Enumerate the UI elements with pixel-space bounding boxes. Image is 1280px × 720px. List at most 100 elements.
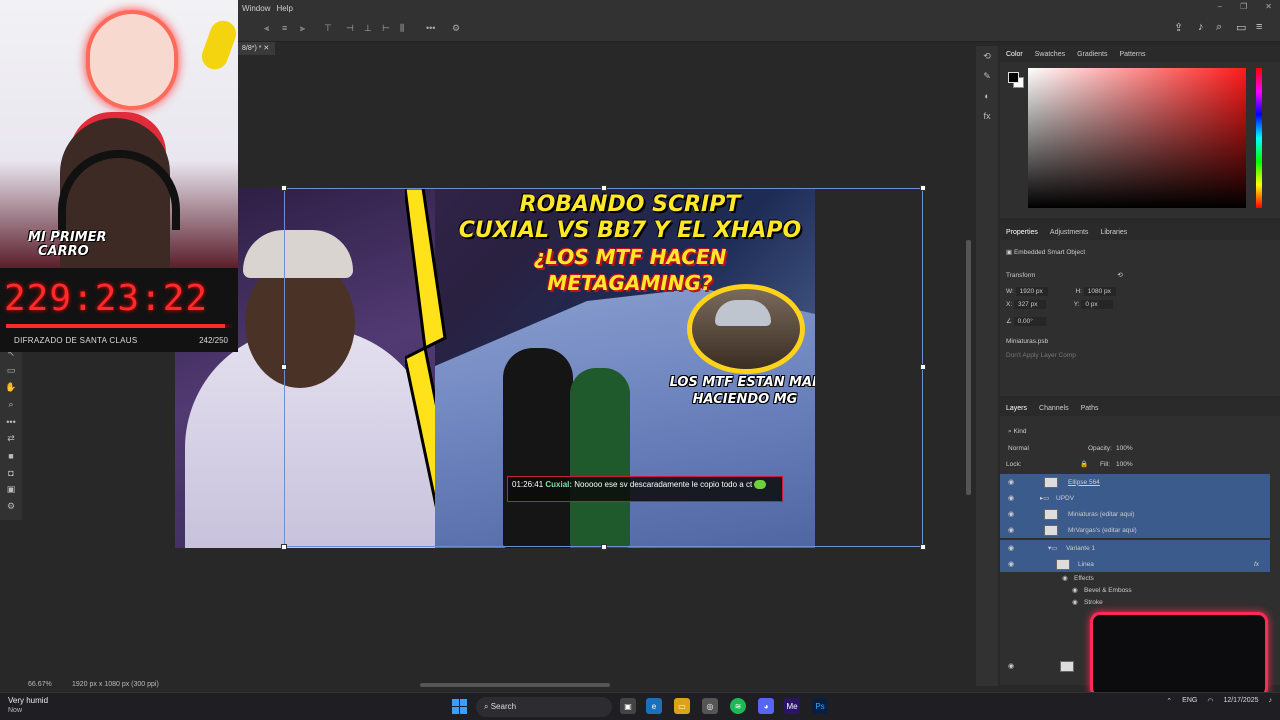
hue-slider[interactable] (1256, 68, 1262, 208)
tab-properties[interactable]: Properties (1006, 229, 1038, 236)
weather-widget[interactable]: Very humid Now (8, 696, 48, 716)
transform-handle-br[interactable] (920, 544, 926, 550)
tab-swatches[interactable]: Swatches (1035, 51, 1065, 58)
more-options-icon[interactable]: ••• (426, 23, 436, 33)
x-field[interactable]: 327 px (1013, 300, 1046, 309)
layer-row[interactable]: ◉ ▸▭ UPDV (1000, 490, 1270, 506)
tab-libraries[interactable]: Libraries (1100, 229, 1127, 236)
transform-handle-ml[interactable] (281, 364, 287, 370)
align-middle-icon[interactable]: ⊣ (346, 23, 356, 33)
search-icon[interactable]: ⌕ (1216, 21, 1222, 34)
more-tools-icon[interactable]: ••• (0, 413, 22, 430)
edit-toolbar-icon[interactable]: ⚙ (0, 498, 22, 515)
transform-handle-tc[interactable] (601, 185, 607, 191)
bell-icon[interactable]: ♪ (1198, 21, 1204, 33)
layer-row[interactable]: ◉ Miniaturas (editar aqui) (1000, 506, 1270, 522)
visibility-icon[interactable]: ◉ (1006, 478, 1016, 486)
angle-field[interactable]: 0.00° (1013, 317, 1046, 326)
y-field[interactable]: 0 px (1081, 300, 1114, 309)
align-vmiddle-icon[interactable]: ⊥ (364, 23, 374, 33)
document-tab[interactable]: 8/8*) * ✕ (236, 42, 276, 55)
tray-chevron-icon[interactable]: ⌃ (1166, 697, 1172, 705)
edge-icon[interactable]: e (646, 698, 662, 714)
layer-row[interactable]: ◉ MrVargas's (editar aqui) (1000, 522, 1270, 538)
height-field[interactable]: 1080 px (1083, 287, 1116, 296)
visibility-icon[interactable]: ◉ (1006, 526, 1016, 534)
vertical-scrollbar[interactable] (966, 240, 971, 495)
tab-layers[interactable]: Layers (1006, 405, 1027, 412)
transform-handle-bc[interactable] (601, 544, 607, 550)
media-encoder-icon[interactable]: Me (784, 698, 800, 714)
workspace-icon[interactable]: ▭ (1236, 21, 1246, 34)
chrome-icon[interactable]: ◎ (702, 698, 718, 714)
fg-bg-color-icon[interactable]: ■ (0, 447, 22, 464)
layer-row[interactable]: ◉ Ellipse 564 (1000, 474, 1270, 490)
transform-handle-bl[interactable] (281, 544, 287, 550)
adjustments-icon[interactable]: ◐ (976, 86, 998, 106)
foreground-color-swatch[interactable] (1008, 72, 1019, 83)
photoshop-icon[interactable]: Ps (812, 698, 828, 714)
transform-handle-mr[interactable] (920, 364, 926, 370)
menu-help[interactable]: Help (276, 4, 292, 13)
minimize-icon[interactable]: – (1218, 2, 1222, 11)
selection-bounds[interactable] (284, 188, 923, 547)
tab-paths[interactable]: Paths (1081, 405, 1099, 412)
align-center-icon[interactable]: ≡ (282, 23, 292, 33)
hand-tool-icon[interactable]: ✋ (0, 379, 22, 396)
visibility-icon[interactable]: ◉ (1006, 560, 1016, 568)
wifi-icon[interactable]: ◠ (1207, 697, 1213, 705)
fill-field[interactable]: 100% (1116, 461, 1133, 468)
clock[interactable]: 12/17/2025 (1223, 695, 1258, 706)
swap-colors-icon[interactable]: ⇄ (0, 430, 22, 447)
effect-visibility-icon[interactable]: ◉ (1072, 586, 1078, 594)
transform-handle-tl[interactable] (281, 185, 287, 191)
blend-mode-select[interactable]: Normal (1008, 445, 1029, 452)
effect-visibility-icon[interactable]: ◉ (1072, 598, 1078, 606)
transform-handle-tr[interactable] (920, 185, 926, 191)
effect-row[interactable]: ◉ Stroke (1000, 594, 1270, 610)
frame-tool-icon[interactable]: ▭ (0, 362, 22, 379)
tab-gradients[interactable]: Gradients (1077, 51, 1107, 58)
zoom-level[interactable]: 66.67% (28, 681, 52, 688)
fx-icon[interactable]: fx (976, 106, 998, 126)
taskbar-search[interactable]: ⌕ Search (476, 697, 612, 717)
tab-patterns[interactable]: Patterns (1119, 51, 1145, 58)
comments-icon[interactable]: ✎ (976, 66, 998, 86)
menu-icon[interactable]: ≡ (1256, 21, 1262, 33)
align-top-icon[interactable]: ⊤ (324, 23, 334, 33)
filter-kind-select[interactable]: ⌕ Kind (1008, 428, 1026, 436)
visibility-icon[interactable]: ◉ (1006, 544, 1016, 552)
color-picker-field[interactable] (1028, 68, 1246, 208)
tab-color[interactable]: Color (1006, 51, 1023, 58)
horizontal-scrollbar[interactable] (420, 683, 610, 687)
visibility-icon[interactable]: ◉ (1006, 494, 1016, 502)
visibility-icon[interactable]: ◉ (1006, 662, 1016, 670)
reset-transform-icon[interactable]: ⟲ (1117, 272, 1122, 279)
visibility-icon[interactable]: ◉ (1006, 510, 1016, 518)
layer-row[interactable]: ◉ ▾▭ Variante 1 (1000, 540, 1270, 556)
history-icon[interactable]: ⟲ (976, 46, 998, 66)
layer-comp-select[interactable]: Don't Apply Layer Comp (1006, 352, 1076, 359)
align-bottom-icon[interactable]: ⊢ (382, 23, 392, 33)
tab-channels[interactable]: Channels (1039, 405, 1069, 412)
close-tab-icon[interactable]: ✕ (263, 45, 269, 52)
notifications-icon[interactable]: ♪ (1269, 697, 1273, 704)
align-left-icon[interactable]: ⫷ (264, 23, 274, 33)
opacity-field[interactable]: 100% (1116, 445, 1133, 452)
language-indicator[interactable]: ENG (1182, 697, 1197, 704)
fx-badge-icon[interactable]: fx (1254, 561, 1259, 568)
width-field[interactable]: 1920 px (1015, 287, 1048, 296)
screen-mode-icon[interactable]: ▣ (0, 481, 22, 498)
distribute-icon[interactable]: ⫼ (400, 23, 410, 33)
align-right-icon[interactable]: ⫸ (300, 23, 310, 33)
explorer-icon[interactable]: ▭ (674, 698, 690, 714)
discord-icon[interactable]: ◕ (758, 698, 774, 714)
quick-mask-icon[interactable]: ◘ (0, 464, 22, 481)
lock-icon[interactable]: 🔒 (1080, 460, 1088, 468)
share-icon[interactable]: ⇪ (1174, 21, 1183, 34)
task-view-icon[interactable]: ▣ (620, 698, 636, 714)
effect-visibility-icon[interactable]: ◉ (1062, 574, 1068, 582)
spotify-icon[interactable]: ≋ (730, 698, 746, 714)
zoom-tool-icon[interactable]: ⌕ (0, 396, 22, 413)
start-icon[interactable] (452, 699, 467, 714)
